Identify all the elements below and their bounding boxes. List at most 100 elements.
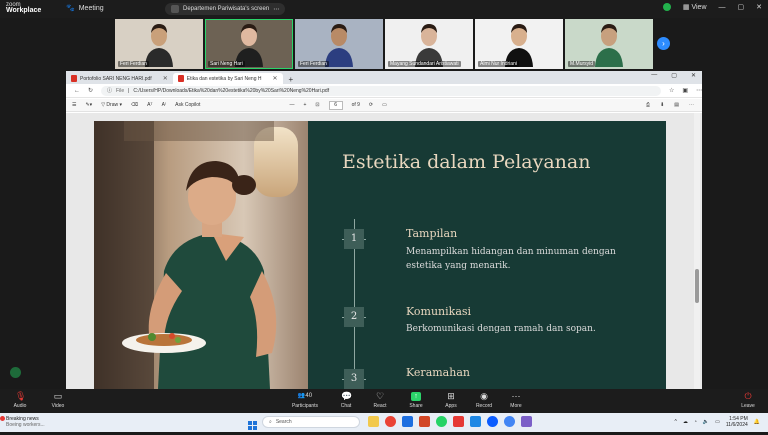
more-icon[interactable]: ⋯ bbox=[689, 102, 694, 108]
share-label: Departemen Pariwisata's screen bbox=[183, 6, 270, 12]
mic-muted-icon: 🎙 bbox=[15, 391, 27, 401]
fit-icon[interactable]: ⊡ bbox=[315, 102, 319, 108]
zoom-in-icon[interactable]: + bbox=[303, 102, 306, 108]
share-button-label: Share bbox=[409, 403, 423, 409]
edge-icon[interactable] bbox=[402, 416, 413, 427]
taskbar-search[interactable]: ⌕ Search bbox=[262, 416, 360, 428]
collections-icon[interactable]: ▣ bbox=[682, 87, 688, 94]
teams-icon[interactable] bbox=[521, 416, 532, 427]
share-arrow-icon: ↑ bbox=[411, 392, 421, 401]
ask-copilot-button[interactable]: Ask Copilot bbox=[175, 102, 200, 108]
close-button[interactable]: ✕ bbox=[691, 72, 696, 79]
view-button[interactable]: ▦ View bbox=[683, 3, 707, 11]
react-button[interactable]: ♡ React bbox=[362, 392, 398, 410]
zoom-out-icon[interactable]: — bbox=[289, 102, 294, 108]
video-label: Video bbox=[51, 403, 65, 409]
participant-tile[interactable]: Feri Ferdian bbox=[295, 19, 383, 69]
participant-tile[interactable]: Feri Ferdian bbox=[115, 19, 203, 69]
tab-portofolio[interactable]: Portofolio SARI NENG HARI.pdf ✕ bbox=[66, 73, 173, 84]
chat-button[interactable]: 💬 Chat bbox=[328, 392, 364, 410]
save-icon[interactable]: ⬇ bbox=[660, 102, 664, 108]
close-button[interactable]: ✕ bbox=[756, 3, 762, 11]
notification-icon[interactable]: 🔔 bbox=[754, 419, 760, 425]
apps-button[interactable]: ⊞ Apps bbox=[433, 392, 469, 410]
whatsapp-icon[interactable] bbox=[436, 416, 447, 427]
text-icon[interactable]: Aᵀ bbox=[147, 102, 153, 108]
battery-icon[interactable]: ▭ bbox=[715, 419, 720, 425]
minimize-button[interactable]: — bbox=[651, 72, 657, 79]
back-icon[interactable]: ← bbox=[74, 88, 80, 94]
clock[interactable]: 1:54 PM 11/6/2024 bbox=[726, 416, 748, 428]
participants-count: 40 bbox=[305, 393, 313, 399]
print-icon[interactable]: ⎙ bbox=[646, 102, 650, 108]
wifi-icon[interactable]: ◔ bbox=[694, 419, 697, 425]
save-as-icon[interactable]: ▤ bbox=[674, 102, 679, 108]
share-button[interactable]: ↑ Share bbox=[398, 392, 434, 409]
zoom-top-bar: zoom Workplace 🐾 Meeting Departemen Pari… bbox=[0, 0, 768, 18]
maximize-button[interactable]: ▢ bbox=[671, 72, 677, 79]
news-subtitle: Boeing workers... bbox=[6, 422, 45, 428]
participant-video bbox=[595, 24, 623, 67]
close-icon[interactable]: ✕ bbox=[163, 75, 168, 82]
tab-etika[interactable]: Etika dan estetika by Sari Neng H ✕ bbox=[172, 73, 283, 84]
url-field[interactable]: ⓘ File | C:/Users/HP/Downloads/Etika%20d… bbox=[101, 85, 662, 96]
participant-tile[interactable]: M.Mursyid bbox=[565, 19, 653, 69]
participant-tile[interactable]: Sari Neng Hari bbox=[205, 19, 293, 69]
video-camera-icon: ▭ bbox=[53, 391, 63, 401]
share-indicator-pill[interactable]: Departemen Pariwisata's screen ⋯ bbox=[165, 3, 286, 15]
contents-icon[interactable]: ☰ bbox=[72, 102, 76, 108]
page-view-icon[interactable]: ▭ bbox=[382, 102, 387, 108]
new-tab-button[interactable]: + bbox=[283, 75, 300, 84]
close-icon[interactable]: ✕ bbox=[273, 75, 278, 82]
word-icon[interactable] bbox=[470, 416, 481, 427]
tab-bar: Portofolio SARI NENG HARI.pdf ✕ Etika da… bbox=[66, 71, 702, 84]
address-bar: ← ↻ ⓘ File | C:/Users/HP/Downloads/Etika… bbox=[66, 84, 702, 98]
participant-tile[interactable]: Almi Nur Indriani bbox=[475, 19, 563, 69]
chevron-right-icon[interactable]: › bbox=[657, 37, 670, 50]
item-title: Keramahan bbox=[406, 366, 470, 379]
record-icon: ◉ bbox=[480, 391, 488, 401]
meeting-menu[interactable]: 🐾 Meeting bbox=[66, 4, 104, 13]
maximize-button[interactable]: ▢ bbox=[738, 3, 745, 11]
pdf-scrollbar[interactable] bbox=[694, 113, 700, 389]
search-placeholder: Search bbox=[275, 419, 292, 425]
news-widget[interactable]: Breaking news Boeing workers... bbox=[6, 416, 45, 428]
read-aloud-icon[interactable]: A⁾ bbox=[162, 102, 167, 108]
audio-label: Audio bbox=[13, 403, 27, 409]
cloud-icon[interactable]: ☁ bbox=[683, 419, 688, 425]
audio-button[interactable]: 🎙 Audio bbox=[2, 391, 38, 410]
participant-tile[interactable]: Mayang Sundandari Aristiawati bbox=[385, 19, 473, 69]
star-icon[interactable]: ☆ bbox=[669, 87, 674, 94]
rotate-icon[interactable]: ⟳ bbox=[369, 102, 373, 108]
google-icon[interactable] bbox=[504, 416, 515, 427]
reaction-icon[interactable] bbox=[10, 367, 21, 378]
minimize-button[interactable]: — bbox=[719, 4, 726, 11]
scrollbar-thumb[interactable] bbox=[695, 269, 699, 303]
highlight-icon[interactable]: ✎▾ bbox=[85, 102, 92, 108]
chevron-up-icon[interactable]: ^ bbox=[675, 419, 677, 425]
more-button[interactable]: ⋯ More bbox=[498, 392, 534, 410]
more-icon[interactable]: ⋯ bbox=[696, 87, 702, 94]
page-number-input[interactable]: 6 bbox=[328, 100, 343, 110]
participant-name: Feri Ferdian bbox=[298, 61, 329, 67]
powerpoint-icon[interactable] bbox=[419, 416, 430, 427]
participants-button[interactable]: 👥40 Participants bbox=[285, 392, 325, 409]
refresh-icon[interactable]: ↻ bbox=[88, 87, 93, 94]
participants-label: Participants bbox=[291, 403, 319, 409]
eraser-icon[interactable]: ⌫ bbox=[131, 102, 138, 108]
pdf-toolbar: ☰ ✎▾ ▽ Draw ▾ ⌫ Aᵀ A⁾ Ask Copilot — + ⊡ … bbox=[66, 99, 702, 112]
chrome-icon[interactable] bbox=[385, 416, 396, 427]
zoom-app-icon[interactable] bbox=[487, 416, 498, 427]
participant-name: Almi Nur Indriani bbox=[478, 61, 519, 67]
windows-taskbar: Breaking news Boeing workers... ⌕ Search… bbox=[0, 413, 768, 432]
draw-button[interactable]: ▽ Draw ▾ bbox=[101, 102, 122, 108]
leave-button[interactable]: ⏻ Leave bbox=[730, 392, 766, 410]
more-label: More bbox=[510, 403, 522, 409]
windows-start-icon[interactable] bbox=[248, 417, 257, 430]
video-button[interactable]: ▭ Video bbox=[40, 391, 76, 410]
options-icon: ⋯ bbox=[273, 6, 280, 13]
volume-icon[interactable]: 🔈 bbox=[703, 419, 709, 425]
pdf-app-icon[interactable] bbox=[453, 416, 464, 427]
record-button[interactable]: ◉ Record bbox=[466, 391, 502, 410]
file-explorer-icon[interactable] bbox=[368, 416, 379, 427]
